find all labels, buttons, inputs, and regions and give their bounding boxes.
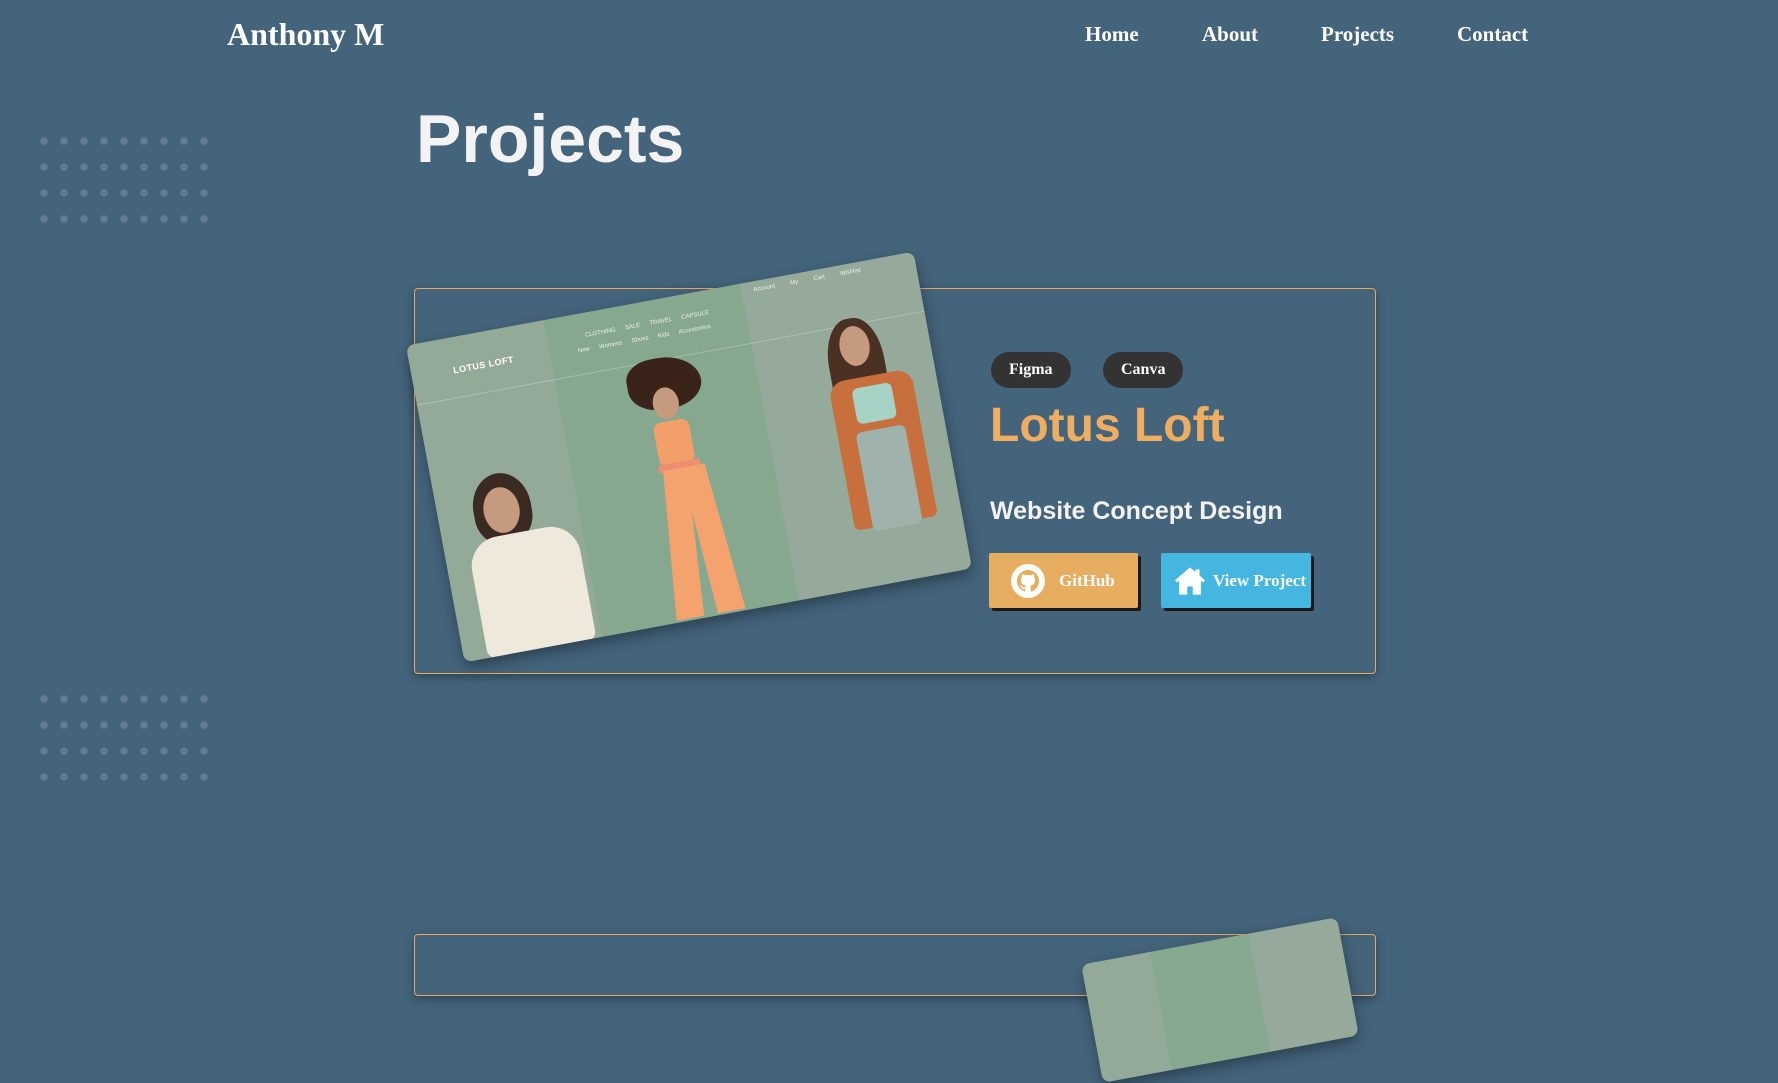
- nav-contact[interactable]: Contact: [1457, 22, 1528, 47]
- nav-projects[interactable]: Projects: [1321, 22, 1394, 47]
- nav-home[interactable]: Home: [1085, 22, 1139, 47]
- brand-name[interactable]: Anthony M: [227, 16, 384, 53]
- project-title: Lotus Loft: [990, 399, 1225, 452]
- tag-figma: Figma: [991, 352, 1071, 388]
- navbar: Anthony M Home About Projects Contact: [0, 0, 1778, 70]
- view-project-button-label: View Project: [1213, 570, 1306, 590]
- tag-canva: Canva: [1103, 352, 1184, 388]
- github-button-label: GitHub: [1059, 570, 1115, 590]
- view-project-button[interactable]: View Project: [1161, 553, 1311, 608]
- github-icon: [1011, 563, 1045, 598]
- home-icon: [1173, 566, 1207, 596]
- project-subtitle: Website Concept Design: [990, 497, 1283, 525]
- decorative-dots-bottom: [34, 686, 214, 798]
- decorative-dots-top: [34, 128, 214, 240]
- github-button[interactable]: GitHub: [989, 553, 1138, 608]
- nav-about[interactable]: About: [1202, 22, 1258, 47]
- page-title: Projects: [416, 101, 685, 177]
